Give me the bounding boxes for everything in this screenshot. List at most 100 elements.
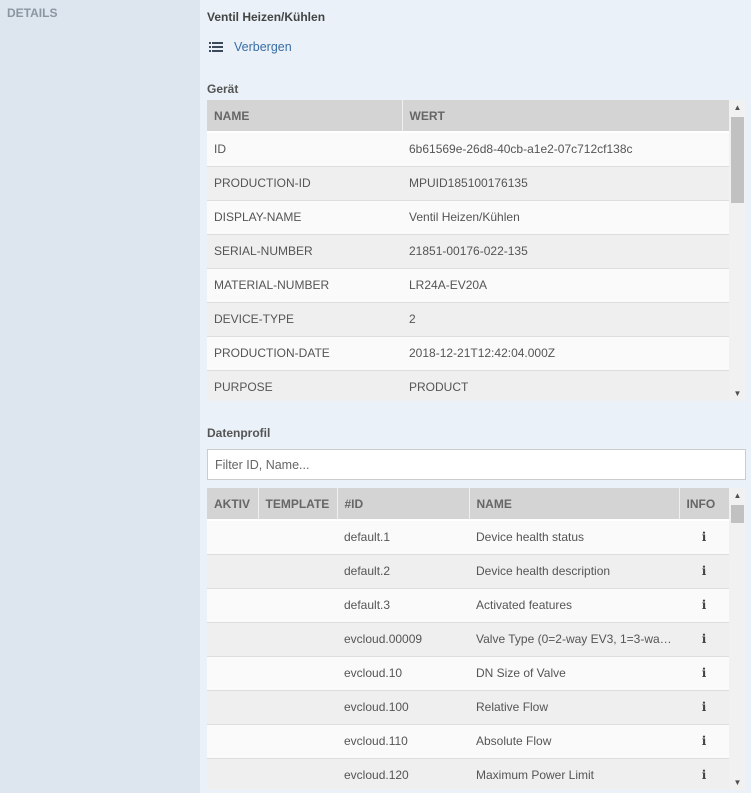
- info-icon[interactable]: i: [702, 564, 707, 578]
- name-cell: DN Size of Valve: [469, 656, 679, 691]
- template-cell[interactable]: [258, 724, 337, 759]
- scroll-up-arrow-icon[interactable]: ▲: [729, 488, 746, 503]
- template-cell[interactable]: [258, 690, 337, 725]
- info-icon[interactable]: i: [702, 632, 707, 646]
- geraet-scrollbar[interactable]: ▲ ▼: [729, 100, 746, 401]
- table-row[interactable]: default.3 Activated features i: [207, 588, 729, 623]
- info-cell: i: [679, 554, 729, 589]
- property-name-cell: MATERIAL-NUMBER: [207, 268, 402, 303]
- id-cell: default.3: [337, 588, 469, 623]
- column-header-id[interactable]: #ID: [337, 488, 470, 521]
- scroll-down-arrow-icon[interactable]: ▼: [729, 386, 746, 401]
- info-icon[interactable]: i: [702, 768, 707, 782]
- template-cell[interactable]: [258, 588, 337, 623]
- id-cell: evcloud.110: [337, 724, 469, 759]
- aktiv-cell[interactable]: [207, 622, 258, 657]
- sidebar-details-label: DETAILS: [7, 6, 58, 20]
- id-cell: default.1: [337, 520, 469, 555]
- column-header-name[interactable]: NAME: [469, 488, 680, 521]
- table-row[interactable]: default.2 Device health description i: [207, 554, 729, 589]
- aktiv-cell[interactable]: [207, 758, 258, 790]
- table-row[interactable]: PRODUCTION-DATE 2018-12-21T12:42:04.000Z: [207, 336, 729, 371]
- aktiv-cell[interactable]: [207, 520, 258, 555]
- datenprofil-table-container: AKTIV TEMPLATE #ID NAME INFO default.1 De…: [207, 488, 746, 790]
- property-name-cell: PRODUCTION-ID: [207, 166, 402, 201]
- name-cell: Relative Flow: [469, 690, 679, 725]
- aktiv-cell[interactable]: [207, 554, 258, 589]
- info-cell: i: [679, 724, 729, 759]
- table-row[interactable]: evcloud.100 Relative Flow i: [207, 690, 729, 725]
- info-cell: i: [679, 622, 729, 657]
- id-cell: evcloud.120: [337, 758, 469, 790]
- table-row[interactable]: evcloud.00009 Valve Type (0=2-way EV3, 1=…: [207, 622, 729, 657]
- info-icon[interactable]: i: [702, 598, 707, 612]
- property-value-cell: PRODUCT: [402, 370, 729, 401]
- scroll-down-arrow-icon[interactable]: ▼: [729, 775, 746, 790]
- table-row[interactable]: evcloud.120 Maximum Power Limit i: [207, 758, 729, 790]
- geraet-table: NAME WERT ID 6b61569e-26d8-40cb-a1e2-07c7…: [207, 100, 730, 401]
- info-cell: i: [679, 758, 729, 790]
- geraet-table-container: NAME WERT ID 6b61569e-26d8-40cb-a1e2-07c7…: [207, 100, 746, 401]
- table-row[interactable]: evcloud.110 Absolute Flow i: [207, 724, 729, 759]
- datenprofil-table: AKTIV TEMPLATE #ID NAME INFO default.1 De…: [207, 488, 730, 790]
- template-cell[interactable]: [258, 656, 337, 691]
- table-row[interactable]: PURPOSE PRODUCT: [207, 370, 729, 401]
- table-row[interactable]: SERIAL-NUMBER 21851-00176-022-135: [207, 234, 729, 269]
- template-cell[interactable]: [258, 520, 337, 555]
- scroll-up-arrow-icon[interactable]: ▲: [729, 100, 746, 115]
- id-cell: evcloud.10: [337, 656, 469, 691]
- column-header-aktiv[interactable]: AKTIV: [207, 488, 259, 521]
- property-name-cell: SERIAL-NUMBER: [207, 234, 402, 269]
- scroll-thumb[interactable]: [731, 505, 744, 523]
- table-row[interactable]: MATERIAL-NUMBER LR24A-EV20A: [207, 268, 729, 303]
- aktiv-cell[interactable]: [207, 588, 258, 623]
- column-header-info[interactable]: INFO: [679, 488, 730, 521]
- column-header-name[interactable]: NAME: [207, 100, 403, 133]
- info-icon[interactable]: i: [702, 700, 707, 714]
- property-name-cell: ID: [207, 132, 402, 167]
- name-cell: Device health description: [469, 554, 679, 589]
- table-row[interactable]: default.1 Device health status i: [207, 520, 729, 555]
- info-icon[interactable]: i: [702, 734, 707, 748]
- aktiv-cell[interactable]: [207, 656, 258, 691]
- column-header-template[interactable]: TEMPLATE: [258, 488, 338, 521]
- info-cell: i: [679, 690, 729, 725]
- datenprofil-section-label: Datenprofil: [207, 426, 271, 440]
- hide-button[interactable]: Verbergen: [209, 40, 292, 54]
- info-cell: i: [679, 656, 729, 691]
- property-name-cell: PURPOSE: [207, 370, 402, 401]
- datenprofil-scrollbar[interactable]: ▲ ▼: [729, 488, 746, 790]
- template-cell[interactable]: [258, 758, 337, 790]
- property-value-cell: Ventil Heizen/Kühlen: [402, 200, 729, 235]
- name-cell: Device health status: [469, 520, 679, 555]
- table-row[interactable]: ID 6b61569e-26d8-40cb-a1e2-07c712cf138c: [207, 132, 729, 167]
- info-icon[interactable]: i: [702, 530, 707, 544]
- template-cell[interactable]: [258, 622, 337, 657]
- column-header-wert[interactable]: WERT: [402, 100, 730, 133]
- id-cell: evcloud.00009: [337, 622, 469, 657]
- property-value-cell: 2: [402, 302, 729, 337]
- id-cell: default.2: [337, 554, 469, 589]
- property-name-cell: DEVICE-TYPE: [207, 302, 402, 337]
- name-cell: Valve Type (0=2-way EV3, 1=3-way EV3): [469, 622, 679, 657]
- property-value-cell: 6b61569e-26d8-40cb-a1e2-07c712cf138c: [402, 132, 729, 167]
- scroll-thumb[interactable]: [731, 117, 744, 203]
- details-panel: Ventil Heizen/Kühlen Verbergen Gerät NAM…: [200, 0, 751, 793]
- table-row[interactable]: PRODUCTION-ID MPUID185100176135: [207, 166, 729, 201]
- info-cell: i: [679, 588, 729, 623]
- property-value-cell: LR24A-EV20A: [402, 268, 729, 303]
- table-row[interactable]: DEVICE-TYPE 2: [207, 302, 729, 337]
- template-cell[interactable]: [258, 554, 337, 589]
- name-cell: Maximum Power Limit: [469, 758, 679, 790]
- name-cell: Activated features: [469, 588, 679, 623]
- name-cell: Absolute Flow: [469, 724, 679, 759]
- list-icon: [209, 42, 223, 52]
- property-value-cell: MPUID185100176135: [402, 166, 729, 201]
- info-icon[interactable]: i: [702, 666, 707, 680]
- filter-input[interactable]: [207, 449, 746, 480]
- aktiv-cell[interactable]: [207, 690, 258, 725]
- table-row[interactable]: DISPLAY-NAME Ventil Heizen/Kühlen: [207, 200, 729, 235]
- aktiv-cell[interactable]: [207, 724, 258, 759]
- table-row[interactable]: evcloud.10 DN Size of Valve i: [207, 656, 729, 691]
- property-value-cell: 21851-00176-022-135: [402, 234, 729, 269]
